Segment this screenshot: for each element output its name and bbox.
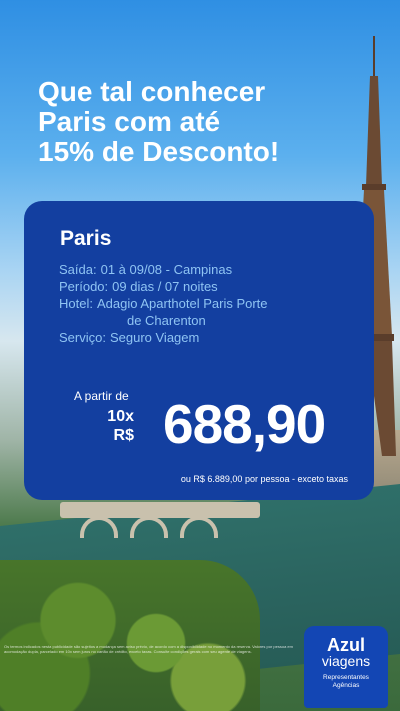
price-from-label: A partir de [74, 389, 129, 403]
period-value: 09 dias / 07 noites [112, 279, 218, 294]
departure-label: Saída: [59, 262, 97, 277]
offer-details: Saída: 01 à 09/08 - Campinas Período: 09… [59, 261, 268, 346]
period-label: Período: [59, 279, 109, 294]
hotel-value: Adagio Aparthotel Paris Porte de Charent… [97, 295, 268, 329]
headline: Que tal conhecer Paris com até 15% de De… [38, 77, 338, 167]
brand-tagline: Representantes Agências [304, 674, 388, 690]
period-row: Período: 09 dias / 07 noites [59, 278, 268, 295]
departure-value: 01 à 09/08 - Campinas [100, 262, 233, 277]
headline-line: Que tal conhecer [38, 76, 266, 107]
brand-name: Azul [327, 635, 365, 655]
installments-count: 10x [107, 408, 134, 425]
hotel-row: Hotel: Adagio Aparthotel Paris Porte de … [59, 295, 268, 329]
hotel-value-line: Adagio Aparthotel Paris Porte [96, 296, 268, 311]
azul-viagens-logo[interactable]: Azul viagens Representantes Agências [304, 626, 388, 708]
offer-card[interactable]: Paris Saída: 01 à 09/08 - Campinas Perío… [24, 201, 374, 500]
total-price-note: ou R$ 6.889,00 por pessoa - exceto taxas [180, 474, 348, 484]
departure-row: Saída: 01 à 09/08 - Campinas [59, 261, 268, 278]
headline-line: Paris com até [38, 106, 221, 137]
service-value: Seguro Viagem [109, 330, 200, 345]
legal-disclaimer: Os termos indicados nesta publicidade sã… [4, 644, 293, 654]
trees [0, 560, 260, 711]
destination-title: Paris [60, 227, 112, 250]
currency-label: R$ [113, 427, 134, 444]
bridge [60, 502, 260, 518]
brand-tagline-line: Agências [332, 682, 360, 689]
brand-tagline-line: Representantes [323, 674, 369, 681]
hotel-label: Hotel: [59, 296, 93, 311]
hotel-value-line: de Charenton [126, 313, 206, 328]
installments-block: 10x R$ [100, 407, 134, 445]
headline-line: 15% de Desconto! [38, 136, 280, 167]
installment-price: 688,90 [163, 393, 326, 455]
service-label: Serviço: [59, 330, 106, 345]
service-row: Serviço: Seguro Viagem [59, 329, 268, 346]
brand-subname: viagens [321, 653, 371, 669]
